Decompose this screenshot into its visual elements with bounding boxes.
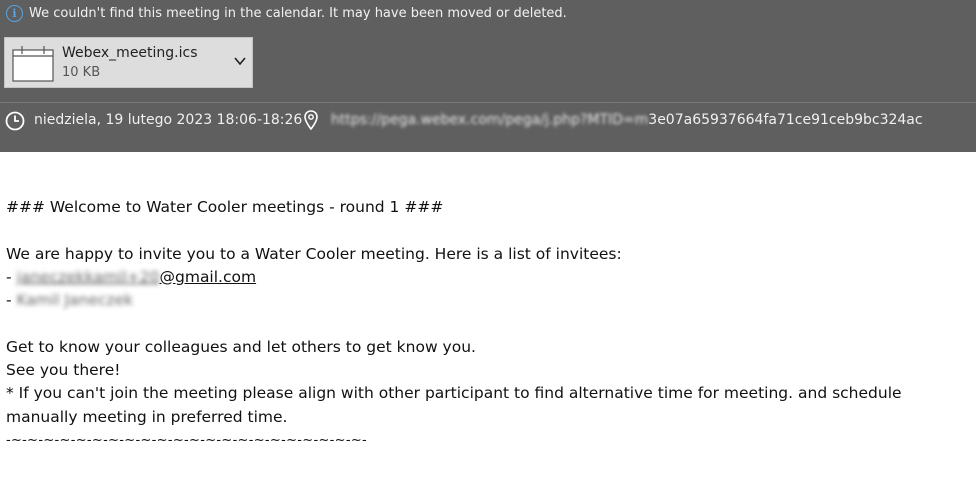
signature-line: -~-~-~-~-~-~-~-~-~-~-~-~-~-~-~-~-~-~-~-~… xyxy=(6,432,368,448)
location-visible: 3e07a65937664fa71ce91ceb9bc324ac xyxy=(648,112,923,128)
notice-text: We couldn't find this meeting in the cal… xyxy=(29,5,567,21)
meeting-location-link[interactable]: https://pega.webex.com/pega/j.php?MTID=m… xyxy=(331,112,923,128)
invitee-email-link[interactable]: janeczekkamil+20@gmail.com xyxy=(17,268,257,286)
header-divider xyxy=(0,102,976,103)
body-line-note: * If you can't join the meeting please a… xyxy=(6,384,902,426)
attachment-card[interactable]: Webex_meeting.ics 10 KB xyxy=(4,37,253,88)
body-line-know: Get to know your colleagues and let othe… xyxy=(6,337,476,356)
invitee-email-obscured: janeczekkamil+20 xyxy=(16,267,160,286)
meeting-header: i We couldn't find this meeting in the c… xyxy=(0,0,976,152)
location-obscured: https://pega.webex.com/pega/j.php?MTID=m xyxy=(331,112,649,128)
invite-line: We are happy to invite you to a Water Co… xyxy=(6,244,622,263)
message-body: ### Welcome to Water Cooler meetings - r… xyxy=(6,196,970,452)
invitee-item: - Kamil Janeczek xyxy=(6,289,970,312)
body-heading: ### Welcome to Water Cooler meetings - r… xyxy=(6,198,444,216)
meeting-time: niedziela, 19 lutego 2023 18:06-18:26 xyxy=(34,112,303,128)
invitee-name-obscured: Kamil Janeczek xyxy=(16,291,134,310)
body-line-see: See you there! xyxy=(6,361,121,380)
invitee-bullet: - xyxy=(6,291,17,310)
calendar-notice: i We couldn't find this meeting in the c… xyxy=(6,3,567,23)
invitee-bullet: - xyxy=(6,267,17,286)
location-pin-icon xyxy=(304,110,318,130)
calendar-file-icon xyxy=(12,46,54,82)
attachment-name: Webex_meeting.ics xyxy=(62,45,198,61)
clock-icon xyxy=(5,111,25,131)
invitee-item: - janeczekkamil+20@gmail.com xyxy=(6,266,970,289)
attachment-size: 10 KB xyxy=(62,65,101,80)
invitee-email-domain: @gmail.com xyxy=(159,267,257,286)
info-icon: i xyxy=(6,4,23,22)
chevron-down-icon[interactable] xyxy=(233,54,247,68)
